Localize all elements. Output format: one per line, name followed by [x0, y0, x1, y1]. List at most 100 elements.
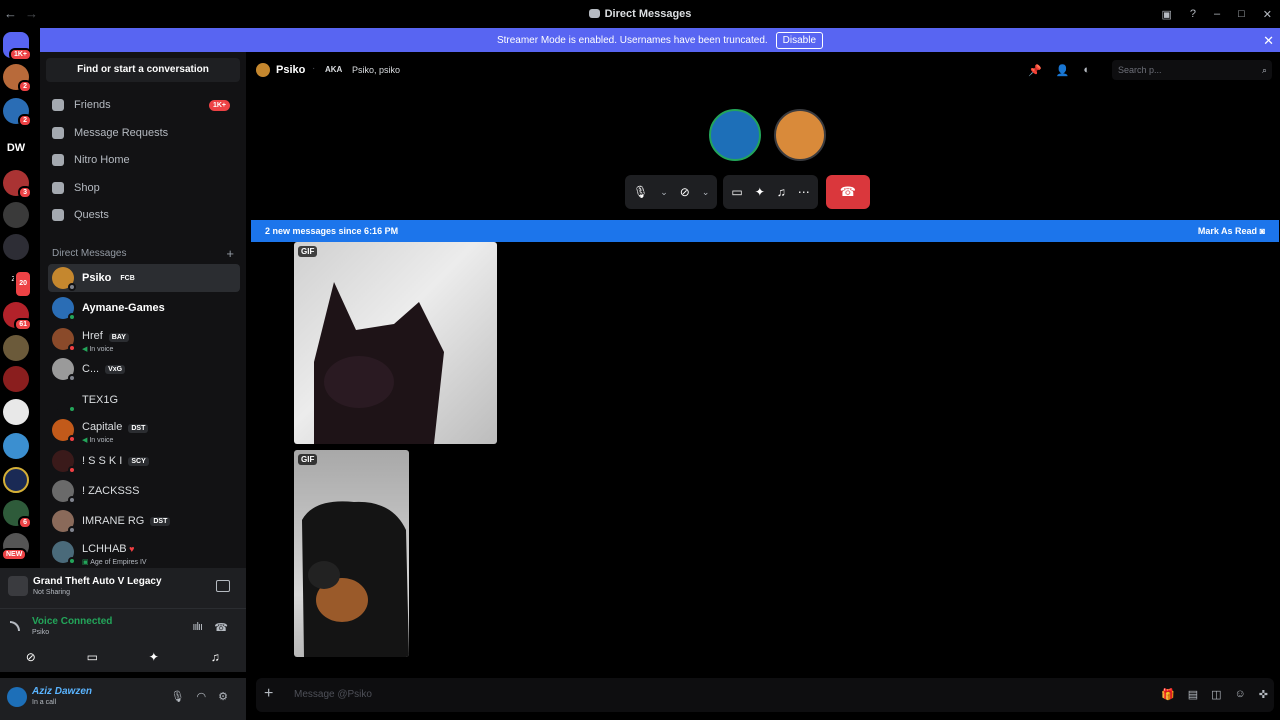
server-dw[interactable]: DW — [3, 135, 29, 161]
add-friend-icon[interactable]: 👤 — [1056, 64, 1070, 77]
server-badge: 2 — [18, 114, 32, 127]
message-input[interactable]: Message @Psiko — [294, 689, 372, 700]
home-button[interactable]: 1K+ — [3, 32, 32, 61]
inbox-icon[interactable]: ▣ — [1161, 8, 1171, 21]
dm-name: C... — [82, 363, 100, 375]
gif-picker-icon[interactable]: ▤ — [1188, 688, 1198, 701]
dm-item[interactable]: TEX1G — [48, 386, 240, 414]
signal-icon[interactable] — [10, 621, 20, 631]
dm-subtitle: ◀ In voice — [82, 345, 114, 353]
dm-item[interactable]: ! S S K I SCY — [48, 447, 240, 475]
nav-message-requests[interactable]: Message Requests — [52, 123, 238, 143]
gift-icon[interactable]: 🎁 — [1161, 688, 1175, 701]
gif-dog[interactable]: GIF — [294, 450, 409, 657]
cat-image — [314, 282, 444, 444]
server-za[interactable]: ZA20 — [3, 269, 32, 298]
share-screen-icon[interactable]: ▭ — [731, 185, 742, 199]
server-icon[interactable]: 61 — [3, 302, 32, 331]
attach-plus-icon[interactable]: + — [264, 685, 273, 703]
server-icon[interactable] — [3, 433, 29, 459]
dm-name: Aymane-Games — [82, 302, 165, 314]
settings-gear-icon[interactable]: ⚙ — [218, 690, 228, 703]
avatar — [256, 63, 270, 77]
server-new[interactable]: NEW — [1, 533, 29, 561]
chevron-down-icon[interactable]: ⌄ — [660, 187, 668, 198]
server-icon[interactable]: 6 — [3, 500, 32, 529]
minimize-icon[interactable]: – — [1214, 8, 1220, 21]
activity-panel: Grand Theft Auto V Legacy Not Sharing — [0, 568, 246, 608]
call-avatar-peer[interactable] — [774, 109, 826, 161]
profile-icon[interactable]: ◐ — [1083, 64, 1090, 77]
disconnect-icon[interactable]: ☎ — [214, 621, 228, 634]
pin-icon[interactable]: 📌 — [1028, 64, 1042, 77]
voice-channel[interactable]: Psiko — [32, 629, 49, 636]
dm-item[interactable]: Psiko FCB — [48, 264, 240, 292]
dm-item[interactable]: Aymane-Games — [48, 294, 240, 322]
chat-title[interactable]: Psiko — [276, 64, 305, 76]
help-icon[interactable]: ? — [1190, 8, 1196, 21]
server-icon[interactable]: 2 — [3, 98, 32, 127]
server-icon[interactable]: 3 — [3, 170, 32, 199]
server-icon[interactable] — [3, 202, 29, 228]
share-screen-icon[interactable]: ▭ — [85, 651, 99, 663]
camera-off-icon[interactable]: ⊘ — [680, 185, 690, 199]
server-icon[interactable] — [3, 467, 29, 493]
nav-label: Shop — [74, 182, 100, 194]
mark-as-read-button[interactable]: Mark As Read ◙ — [1198, 220, 1265, 242]
dm-name: Psiko — [82, 272, 112, 284]
dm-item[interactable]: IMRANE RG DST — [48, 507, 240, 535]
close-banner-icon[interactable]: ✕ — [1263, 33, 1274, 49]
apps-icon[interactable]: ✜ — [1259, 688, 1268, 701]
create-dm-icon[interactable]: + — [226, 246, 234, 261]
noise-suppression-icon[interactable]: ıılıı — [192, 621, 203, 633]
end-call-button[interactable]: ☎ — [825, 175, 870, 209]
more-icon[interactable]: ⋯ — [798, 185, 810, 199]
dm-header-label: Direct Messages — [52, 248, 127, 259]
search-input[interactable]: Search p... ⌕ — [1112, 60, 1272, 80]
activities-icon[interactable]: ✦ — [147, 651, 161, 663]
find-conversation-button[interactable]: Find or start a conversation — [46, 58, 240, 82]
dm-item[interactable]: Href BAY ◀ In voice — [48, 325, 240, 353]
dm-item[interactable]: ! ZACKSSS — [48, 477, 240, 505]
avatar[interactable] — [7, 687, 27, 707]
nav-shop[interactable]: Shop — [52, 178, 238, 198]
microphone-icon[interactable]: 🎙 — [171, 690, 185, 703]
gif-cat[interactable]: GIF — [294, 242, 497, 444]
nav-friends[interactable]: Friends 1K+ — [52, 95, 238, 115]
dm-item[interactable]: C... VxG — [48, 355, 240, 383]
server-icon[interactable] — [3, 399, 29, 425]
dm-item[interactable]: Capitale DST ◀ In voice — [48, 416, 240, 444]
activities-icon[interactable]: ✦ — [755, 185, 765, 199]
envelope-icon — [52, 127, 64, 139]
avatar — [52, 358, 76, 382]
camera-off-icon[interactable]: ⊘ — [24, 651, 38, 663]
nav-quests[interactable]: Quests — [52, 205, 238, 225]
soundboard-icon[interactable]: ♫ — [208, 651, 222, 663]
emoji-icon[interactable]: ☺ — [1235, 688, 1246, 701]
status-dot — [68, 283, 76, 291]
server-icon[interactable]: 2 — [3, 64, 32, 93]
call-avatar-self[interactable] — [709, 109, 761, 161]
server-icon[interactable] — [3, 234, 29, 260]
close-window-icon[interactable]: ✕ — [1263, 8, 1272, 21]
disable-button[interactable]: Disable — [775, 31, 824, 49]
sticker-icon[interactable]: ◫ — [1211, 688, 1221, 701]
microphone-icon[interactable]: 🎙 — [633, 185, 648, 199]
chevron-down-icon[interactable]: ⌄ — [702, 187, 710, 198]
header-tools: 📌 👤 ◐ — [1028, 64, 1090, 77]
message-composer[interactable]: + Message @Psiko 🎁 ▤ ◫ ☺ ✜ — [256, 678, 1274, 712]
screen-share-icon[interactable] — [216, 580, 230, 592]
new-messages-bar[interactable]: 2 new messages since 6:16 PM Mark As Read… — [251, 220, 1279, 242]
soundboard-icon[interactable]: ♫ — [777, 185, 786, 199]
chat-area: Psiko · AKA Psiko, psiko 📌 👤 ◐ Search p.… — [250, 52, 1280, 720]
server-icon[interactable] — [3, 366, 29, 392]
server-icon[interactable] — [3, 335, 29, 361]
headset-icon[interactable]: ◠ — [197, 690, 207, 703]
avatar — [52, 389, 76, 413]
user-panel: Aziz Dawzen In a call 🎙 ◠ ⚙ — [0, 678, 246, 720]
status-dot — [68, 374, 76, 382]
username[interactable]: Aziz Dawzen — [32, 686, 92, 697]
dm-item[interactable]: LCHHAB ♥ ▣ Age of Empires IV — [48, 538, 240, 566]
maximize-icon[interactable]: □ — [1238, 8, 1245, 21]
nav-nitro-home[interactable]: Nitro Home — [52, 150, 238, 170]
